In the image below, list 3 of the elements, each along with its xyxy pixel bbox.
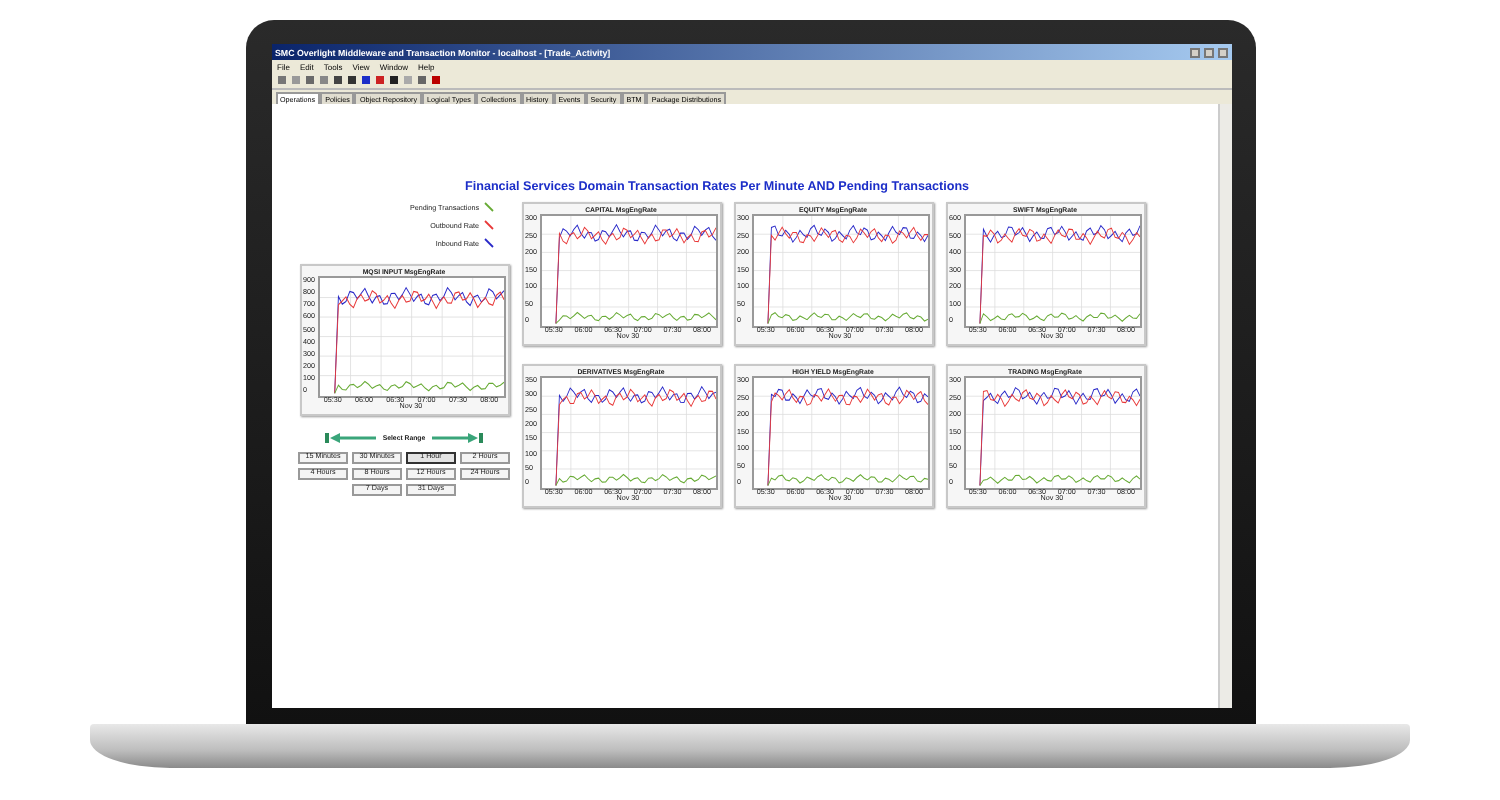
left-arrow-icon [324, 432, 377, 444]
right-arrow-icon [431, 432, 484, 444]
scrollbar[interactable] [1217, 104, 1231, 708]
